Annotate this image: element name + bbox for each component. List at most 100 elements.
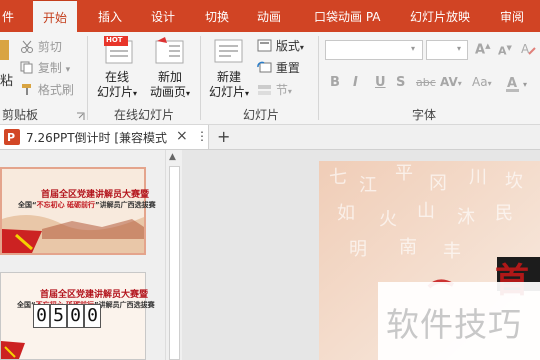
online-slides-label-2: 幻灯片▾ bbox=[96, 85, 138, 99]
slide-title: 首届全区党建讲解员大赛暨 bbox=[40, 290, 149, 300]
chevron-down-icon[interactable]: ▾ bbox=[411, 44, 415, 53]
group-separator bbox=[318, 36, 319, 120]
section-label: 节 bbox=[275, 83, 288, 97]
document-tab[interactable]: P 7.26PPT倒计时 [兼容模式 × ⋮ bbox=[0, 125, 209, 149]
format-painter-label: 格式刷 bbox=[37, 83, 74, 97]
paste-button[interactable]: 粘 bbox=[0, 70, 13, 89]
hot-badge: HOT bbox=[106, 36, 123, 44]
online-slides-button[interactable]: 在线 幻灯片▾ bbox=[93, 70, 141, 101]
font-family-select[interactable] bbox=[325, 40, 423, 60]
close-icon[interactable]: × bbox=[176, 128, 188, 144]
countdown-digit: 0 bbox=[67, 304, 84, 328]
countdown-digit: 0 bbox=[33, 304, 50, 328]
italic-button[interactable]: I bbox=[353, 75, 358, 90]
slide-title: 首届全区党建讲解员大赛暨 bbox=[41, 190, 150, 200]
svg-text:P: P bbox=[7, 131, 15, 144]
layout-label: 版式 bbox=[275, 39, 300, 53]
new-slide-label-1: 新建 bbox=[216, 70, 241, 84]
tab-file[interactable]: 件 bbox=[2, 0, 14, 32]
copy-icon bbox=[20, 61, 34, 75]
underline-button[interactable]: U bbox=[375, 75, 386, 90]
tab-slideshow[interactable]: 幻灯片放映 bbox=[410, 0, 470, 32]
ribbon: 粘 剪切 复制 ▾ 格式刷 剪贴板 HOT 在线 幻灯片▾ 新加 动画页▾ 在线… bbox=[0, 32, 540, 125]
change-case-button[interactable]: Aa▾ bbox=[472, 75, 492, 89]
tab-review[interactable]: 审阅 bbox=[500, 0, 524, 32]
paste-icon bbox=[0, 38, 10, 65]
copy-label: 复制 bbox=[37, 61, 62, 75]
new-animation-page-icon bbox=[155, 37, 185, 70]
watermark-overlay: 软件技巧 bbox=[378, 282, 540, 360]
svg-text:如: 如 bbox=[337, 203, 355, 224]
add-tab-icon[interactable]: + bbox=[217, 127, 230, 146]
new-animation-page-label-2: 动画页▾ bbox=[149, 85, 191, 99]
clear-formatting-icon[interactable]: A bbox=[520, 41, 536, 60]
svg-text:A: A bbox=[521, 42, 530, 56]
tab-insert[interactable]: 插入 bbox=[98, 0, 122, 32]
group-separator bbox=[87, 36, 88, 120]
document-tab-title: 7.26PPT倒计时 [兼容模式 bbox=[26, 131, 168, 145]
slide-subtitle: 全国“不忘初心 砥砺前行”讲解员广西选拔赛 bbox=[18, 201, 156, 209]
thumbnail-scrollbar[interactable]: ▲ bbox=[165, 150, 182, 360]
scrollbar-thumb[interactable] bbox=[169, 166, 180, 360]
svg-text:七: 七 bbox=[329, 167, 347, 188]
online-slides-group-label: 在线幻灯片 bbox=[114, 108, 175, 122]
chevron-down-icon[interactable]: ▾ bbox=[457, 44, 461, 53]
ribbon-tab-bar: 件 开始 插入 设计 切换 动画 口袋动画 PA 幻灯片放映 审阅 bbox=[0, 0, 540, 32]
group-separator bbox=[200, 36, 201, 120]
bold-button[interactable]: B bbox=[330, 75, 340, 90]
countdown-digit: 0 bbox=[84, 304, 101, 328]
svg-text:川: 川 bbox=[469, 167, 487, 188]
font-size-select[interactable] bbox=[426, 40, 468, 60]
svg-text:平: 平 bbox=[395, 163, 413, 184]
new-animation-page-button[interactable]: 新加 动画页▾ bbox=[144, 70, 196, 101]
scroll-up-icon[interactable]: ▲ bbox=[169, 152, 176, 162]
copy-button[interactable]: 复制 ▾ bbox=[20, 59, 70, 76]
tab-home[interactable]: 开始 bbox=[33, 0, 77, 32]
svg-text:明: 明 bbox=[349, 239, 367, 260]
svg-text:民: 民 bbox=[495, 203, 513, 224]
svg-text:坎: 坎 bbox=[505, 171, 523, 192]
new-animation-page-label-1: 新加 bbox=[157, 70, 182, 84]
format-painter-icon bbox=[20, 83, 34, 97]
tab-pocket-animation[interactable]: 口袋动画 PA bbox=[314, 0, 381, 32]
svg-text:丰: 丰 bbox=[443, 241, 461, 262]
strikethrough-button[interactable]: abc bbox=[416, 76, 436, 89]
powerpoint-icon: P bbox=[4, 129, 20, 148]
svg-text:冈: 冈 bbox=[429, 173, 447, 194]
character-spacing-button[interactable]: AV▾ bbox=[440, 75, 462, 89]
section-icon bbox=[257, 83, 272, 97]
chevron-down-icon: ▾ bbox=[65, 65, 71, 75]
slide-thumbnail-1[interactable]: 首届全区党建讲解员大赛暨 全国“不忘初心 砥砺前行”讲解员广西选拔赛 bbox=[0, 167, 156, 255]
online-slides-label-1: 在线 bbox=[104, 70, 129, 84]
svg-text:南: 南 bbox=[399, 237, 417, 258]
new-slide-button[interactable]: 新建 幻灯片▾ bbox=[204, 70, 254, 101]
dialog-launcher-icon[interactable] bbox=[76, 110, 85, 124]
watermark-text: 软件技巧 bbox=[386, 305, 522, 344]
tab-animations[interactable]: 动画 bbox=[257, 0, 281, 32]
cut-label: 剪切 bbox=[37, 40, 62, 54]
slide-background bbox=[2, 169, 144, 253]
section-button[interactable]: 节▾ bbox=[257, 81, 292, 98]
shadow-button[interactable]: S bbox=[396, 75, 405, 90]
cut-button[interactable]: 剪切 bbox=[20, 38, 62, 55]
new-slide-icon bbox=[214, 38, 244, 69]
layout-icon bbox=[257, 39, 272, 53]
slides-group-label: 幻灯片 bbox=[243, 108, 280, 122]
tab-transitions[interactable]: 切换 bbox=[205, 0, 229, 32]
countdown-digit: 5 bbox=[50, 304, 67, 328]
reset-label: 重置 bbox=[275, 61, 300, 75]
font-color-button[interactable]: A ▾ bbox=[505, 75, 535, 96]
layout-button[interactable]: 版式▾ bbox=[257, 37, 304, 54]
format-painter-button[interactable]: 格式刷 bbox=[20, 81, 74, 98]
grow-font-button[interactable]: A▲ bbox=[475, 42, 490, 57]
scissors-icon bbox=[20, 40, 34, 54]
more-options-icon[interactable]: ⋮ bbox=[196, 129, 208, 143]
reset-button[interactable]: 重置 bbox=[257, 59, 300, 76]
svg-text:▾: ▾ bbox=[523, 80, 527, 89]
shrink-font-button[interactable]: A▼ bbox=[498, 44, 512, 58]
tab-design[interactable]: 设计 bbox=[151, 0, 175, 32]
new-slide-label-2: 幻灯片▾ bbox=[208, 85, 250, 99]
clipboard-group-label: 剪贴板 bbox=[2, 108, 39, 122]
reset-icon bbox=[257, 61, 272, 75]
svg-text:沐: 沐 bbox=[457, 207, 475, 228]
